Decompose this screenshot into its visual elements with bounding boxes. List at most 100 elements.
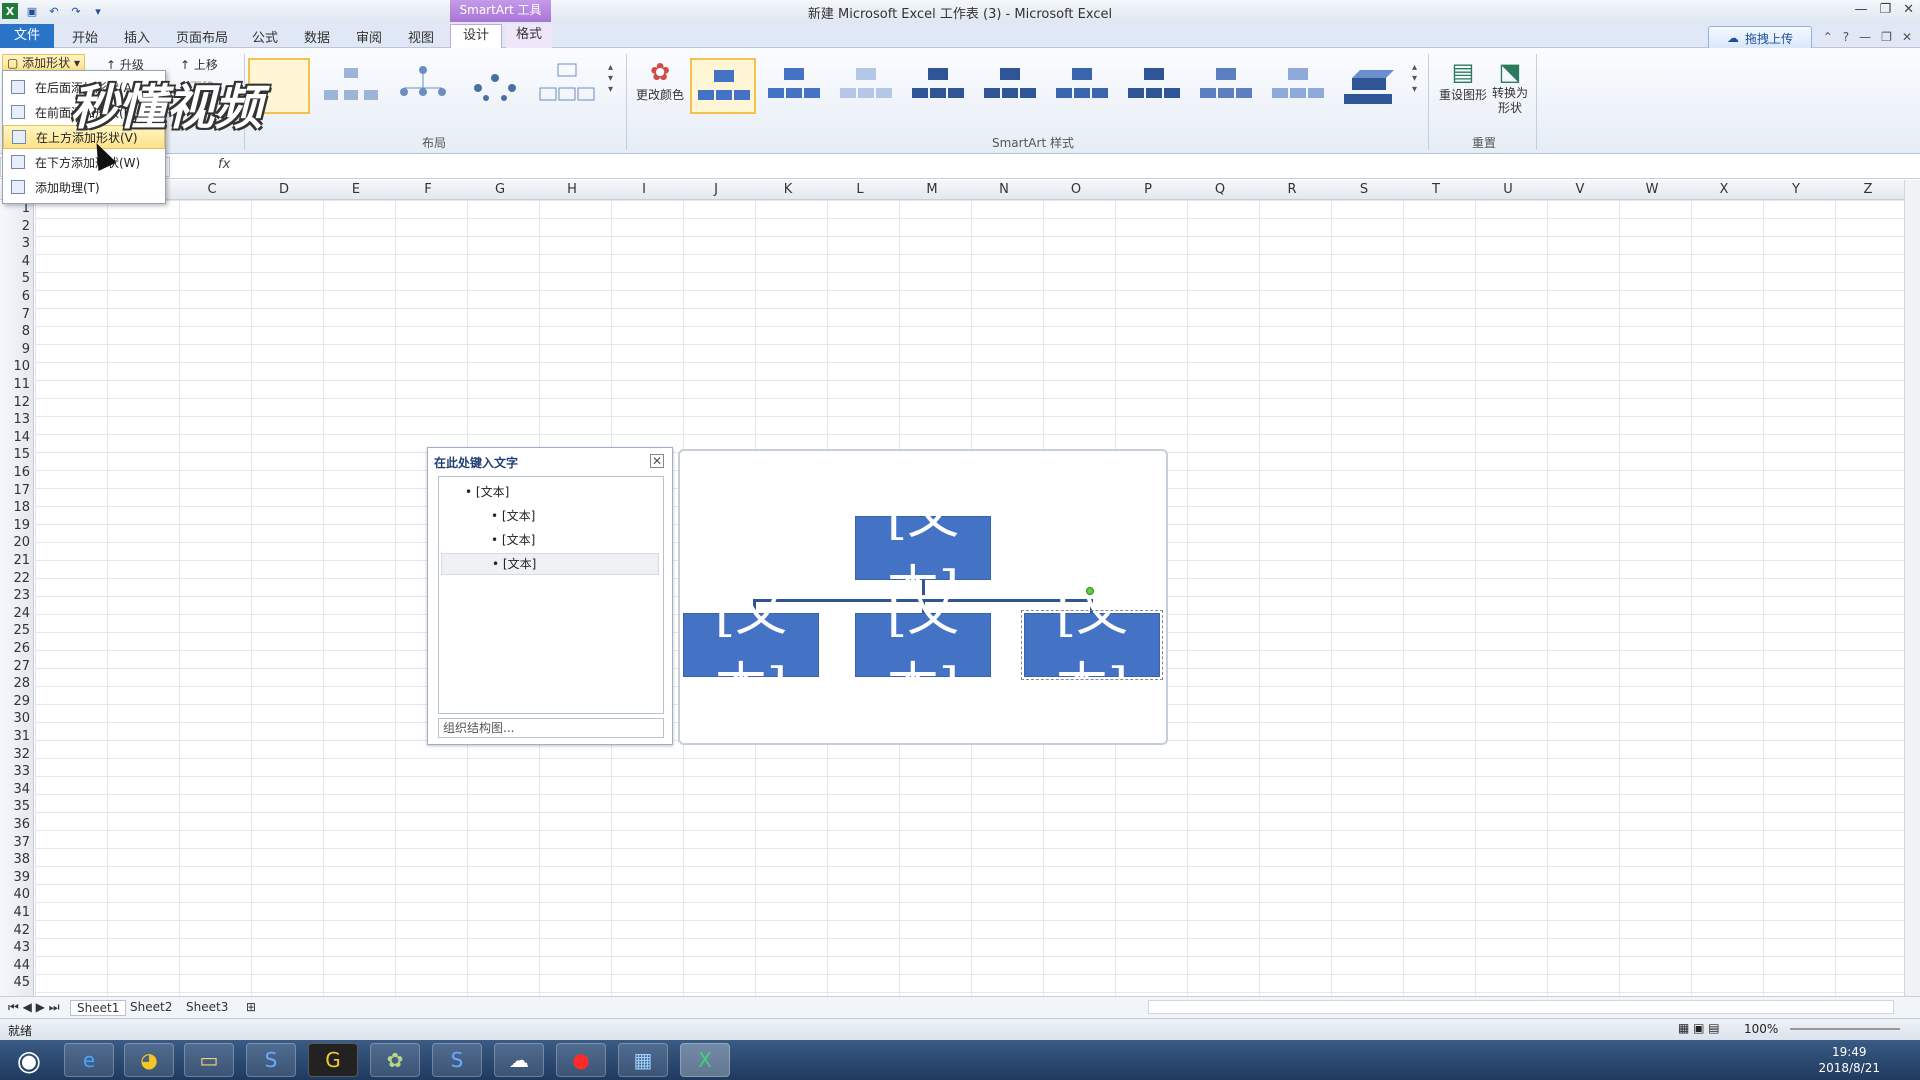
style-thumb-1[interactable] — [690, 58, 756, 114]
style-thumb-3[interactable] — [834, 58, 900, 114]
help-icon[interactable]: ? — [1843, 30, 1849, 44]
layout-thumb-5[interactable] — [536, 58, 598, 114]
tab-design[interactable]: 设计 — [450, 24, 503, 48]
column-header[interactable]: K — [753, 182, 823, 197]
row-header[interactable]: 43 — [0, 940, 30, 955]
column-header[interactable]: F — [393, 182, 463, 197]
tab-data[interactable]: 数据 — [304, 27, 330, 46]
row-header[interactable]: 3 — [0, 236, 30, 251]
system-clock[interactable]: 19:49 2018/8/21 — [1818, 1044, 1880, 1076]
column-header[interactable]: U — [1473, 182, 1543, 197]
baidu-cloud-icon[interactable]: ☁ — [494, 1043, 544, 1077]
row-header[interactable]: 37 — [0, 835, 30, 850]
row-header[interactable]: 17 — [0, 483, 30, 498]
row-header[interactable]: 26 — [0, 641, 30, 656]
tab-insert[interactable]: 插入 — [124, 27, 150, 46]
formula-bar[interactable] — [0, 155, 1920, 179]
row-header[interactable]: 40 — [0, 887, 30, 902]
app-g-icon[interactable]: G — [308, 1043, 358, 1077]
column-header[interactable]: J — [681, 182, 751, 197]
smartart-canvas[interactable]: [文本] [文本] [文本] [文本] — [678, 449, 1168, 745]
tab-format[interactable]: 格式 — [506, 24, 553, 48]
list-item[interactable]: • [文本] — [491, 531, 535, 548]
layout-thumb-4[interactable] — [464, 58, 526, 114]
style-thumb-4[interactable] — [906, 58, 972, 114]
column-header[interactable]: T — [1401, 182, 1471, 197]
row-header[interactable]: 29 — [0, 694, 30, 709]
list-item-selected[interactable]: • [文本] — [441, 553, 659, 575]
row-header[interactable]: 5 — [0, 271, 30, 286]
tab-formulas[interactable]: 公式 — [252, 27, 278, 46]
fx-icon[interactable]: fx — [218, 157, 230, 172]
sheet-tab-2[interactable]: Sheet2 — [130, 1000, 172, 1014]
sheet-tab-1[interactable]: Sheet1 — [70, 1000, 127, 1016]
layout-more-icon[interactable]: ▴ ▾ ▾ — [608, 62, 613, 95]
row-header[interactable]: 2 — [0, 219, 30, 234]
tab-review[interactable]: 审阅 — [356, 27, 382, 46]
doc-close-icon[interactable]: ✕ — [1902, 30, 1912, 44]
row-header[interactable]: 16 — [0, 465, 30, 480]
menu-item-add-below[interactable]: 在下方添加形状(W) — [3, 150, 165, 174]
tab-page-layout[interactable]: 页面布局 — [176, 27, 228, 46]
tab-view[interactable]: 视图 — [408, 27, 434, 46]
row-header[interactable]: 15 — [0, 447, 30, 462]
row-header[interactable]: 8 — [0, 324, 30, 339]
text-pane-list[interactable]: • [文本] • [文本] • [文本] • [文本] — [438, 476, 664, 714]
horizontal-scrollbar[interactable] — [1148, 1000, 1894, 1014]
app-s2-icon[interactable]: S — [432, 1043, 482, 1077]
column-header[interactable]: D — [249, 182, 319, 197]
row-header[interactable]: 18 — [0, 500, 30, 515]
customize-qat-icon[interactable]: ▾ — [90, 3, 106, 19]
row-header[interactable]: 7 — [0, 307, 30, 322]
column-header[interactable]: I — [609, 182, 679, 197]
row-header[interactable]: 24 — [0, 606, 30, 621]
vertical-scrollbar[interactable] — [1904, 180, 1920, 996]
app-s-icon[interactable]: S — [246, 1043, 296, 1077]
row-header[interactable]: 14 — [0, 430, 30, 445]
layout-thumb-2[interactable] — [320, 58, 382, 114]
column-header[interactable]: W — [1617, 182, 1687, 197]
rotate-handle-icon[interactable] — [1086, 587, 1094, 595]
row-header[interactable]: 39 — [0, 870, 30, 885]
list-item[interactable]: • [文本] — [491, 507, 535, 524]
screen-recorder-icon[interactable]: ● — [556, 1043, 606, 1077]
row-header[interactable]: 41 — [0, 905, 30, 920]
row-header[interactable]: 6 — [0, 289, 30, 304]
style-thumb-5[interactable] — [978, 58, 1044, 114]
row-header[interactable]: 33 — [0, 764, 30, 779]
view-mode-icons[interactable]: ▦ ▣ ▤ — [1678, 1021, 1720, 1035]
redo-icon[interactable]: ↷ — [68, 3, 84, 19]
row-header[interactable]: 11 — [0, 377, 30, 392]
row-header[interactable]: 31 — [0, 729, 30, 744]
minimize-icon[interactable]: — — [1854, 2, 1867, 17]
zoom-slider[interactable] — [1790, 1028, 1900, 1030]
smartart-child-shape[interactable]: [文本] — [683, 583, 819, 718]
ie-browser-icon[interactable]: e — [64, 1043, 114, 1077]
doc-restore-icon[interactable]: ❐ — [1881, 30, 1892, 44]
change-color-button[interactable]: ✿ 更改颜色 — [632, 58, 688, 103]
styles-more-icon[interactable]: ▴ ▾ ▾ — [1412, 62, 1417, 95]
row-header[interactable]: 28 — [0, 676, 30, 691]
column-header[interactable]: R — [1257, 182, 1327, 197]
column-header[interactable]: H — [537, 182, 607, 197]
column-header[interactable]: X — [1689, 182, 1759, 197]
row-header[interactable]: 23 — [0, 588, 30, 603]
row-header[interactable]: 19 — [0, 518, 30, 533]
row-header[interactable]: 21 — [0, 553, 30, 568]
style-thumb-10[interactable] — [1338, 58, 1404, 114]
smartart-child-shape[interactable]: [文本] — [855, 583, 991, 718]
row-header[interactable]: 44 — [0, 958, 30, 973]
row-header[interactable]: 12 — [0, 395, 30, 410]
column-header[interactable]: C — [177, 182, 247, 197]
column-header[interactable]: Z — [1833, 182, 1903, 197]
column-header[interactable]: L — [825, 182, 895, 197]
row-header[interactable]: 35 — [0, 799, 30, 814]
column-header[interactable]: O — [1041, 182, 1111, 197]
column-header[interactable]: Y — [1761, 182, 1831, 197]
row-header[interactable]: 10 — [0, 359, 30, 374]
file-explorer-icon[interactable]: ▭ — [184, 1043, 234, 1077]
restore-icon[interactable]: ❐ — [1879, 2, 1891, 17]
list-item[interactable]: • [文本] — [465, 483, 509, 500]
undo-icon[interactable]: ↶ — [46, 3, 62, 19]
convert-to-shapes-button[interactable]: ⬔ 转换为形状 — [1488, 58, 1532, 116]
